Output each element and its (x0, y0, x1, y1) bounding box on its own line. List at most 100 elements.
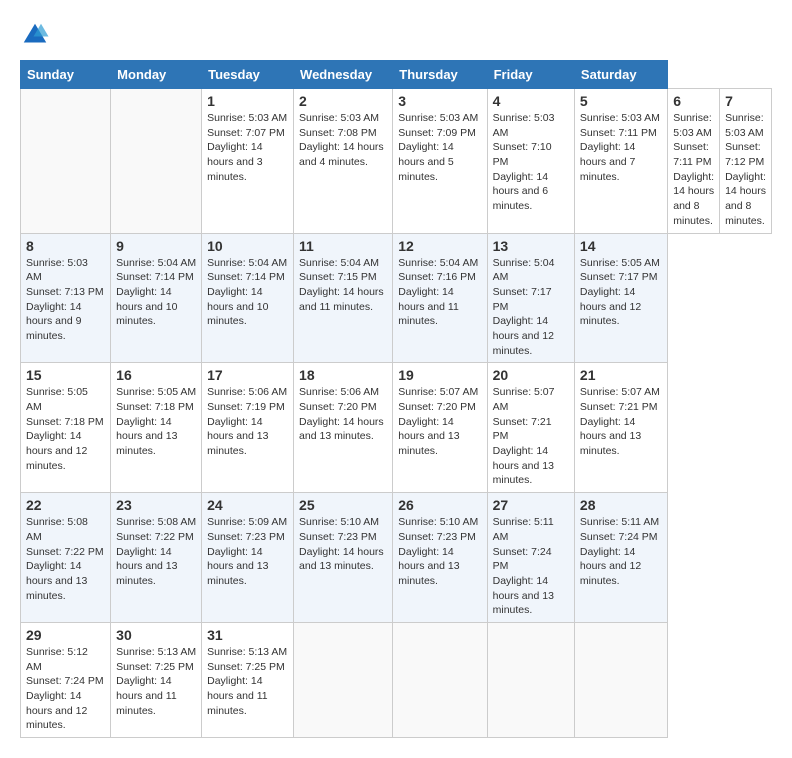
weekday-header: Monday (111, 61, 202, 89)
day-number: 23 (116, 497, 196, 513)
calendar-cell: 18 Sunrise: 5:06 AM Sunset: 7:20 PM Dayl… (294, 363, 393, 493)
calendar-row: 8 Sunrise: 5:03 AM Sunset: 7:13 PM Dayli… (21, 233, 772, 363)
day-info: Sunrise: 5:05 AM Sunset: 7:18 PM Dayligh… (26, 385, 105, 473)
day-info: Sunrise: 5:03 AM Sunset: 7:09 PM Dayligh… (398, 111, 481, 184)
logo (20, 20, 54, 50)
calendar-cell: 22 Sunrise: 5:08 AM Sunset: 7:22 PM Dayl… (21, 493, 111, 623)
calendar-cell: 27 Sunrise: 5:11 AM Sunset: 7:24 PM Dayl… (487, 493, 574, 623)
day-number: 26 (398, 497, 481, 513)
day-info: Sunrise: 5:04 AM Sunset: 7:14 PM Dayligh… (207, 256, 288, 329)
calendar-cell: 30 Sunrise: 5:13 AM Sunset: 7:25 PM Dayl… (111, 622, 202, 737)
day-info: Sunrise: 5:07 AM Sunset: 7:21 PM Dayligh… (493, 385, 569, 488)
day-info: Sunrise: 5:03 AM Sunset: 7:13 PM Dayligh… (26, 256, 105, 344)
calendar-cell: 11 Sunrise: 5:04 AM Sunset: 7:15 PM Dayl… (294, 233, 393, 363)
day-info: Sunrise: 5:06 AM Sunset: 7:19 PM Dayligh… (207, 385, 288, 458)
calendar-row: 22 Sunrise: 5:08 AM Sunset: 7:22 PM Dayl… (21, 493, 772, 623)
calendar-cell: 20 Sunrise: 5:07 AM Sunset: 7:21 PM Dayl… (487, 363, 574, 493)
day-number: 17 (207, 367, 288, 383)
calendar-cell (574, 622, 667, 737)
day-number: 20 (493, 367, 569, 383)
day-number: 16 (116, 367, 196, 383)
weekday-header: Wednesday (294, 61, 393, 89)
day-info: Sunrise: 5:08 AM Sunset: 7:22 PM Dayligh… (116, 515, 196, 588)
day-info: Sunrise: 5:04 AM Sunset: 7:15 PM Dayligh… (299, 256, 387, 315)
calendar-cell: 8 Sunrise: 5:03 AM Sunset: 7:13 PM Dayli… (21, 233, 111, 363)
day-info: Sunrise: 5:03 AM Sunset: 7:11 PM Dayligh… (580, 111, 662, 184)
calendar-cell: 10 Sunrise: 5:04 AM Sunset: 7:14 PM Dayl… (202, 233, 294, 363)
day-number: 15 (26, 367, 105, 383)
calendar-cell (111, 89, 202, 234)
day-info: Sunrise: 5:03 AM Sunset: 7:08 PM Dayligh… (299, 111, 387, 170)
calendar-cell: 25 Sunrise: 5:10 AM Sunset: 7:23 PM Dayl… (294, 493, 393, 623)
day-info: Sunrise: 5:06 AM Sunset: 7:20 PM Dayligh… (299, 385, 387, 444)
day-number: 25 (299, 497, 387, 513)
calendar-cell: 16 Sunrise: 5:05 AM Sunset: 7:18 PM Dayl… (111, 363, 202, 493)
day-number: 21 (580, 367, 662, 383)
calendar-cell: 6 Sunrise: 5:03 AM Sunset: 7:11 PM Dayli… (668, 89, 720, 234)
weekday-header: Friday (487, 61, 574, 89)
calendar-table: SundayMondayTuesdayWednesdayThursdayFrid… (20, 60, 772, 738)
day-info: Sunrise: 5:10 AM Sunset: 7:23 PM Dayligh… (299, 515, 387, 574)
calendar-cell: 17 Sunrise: 5:06 AM Sunset: 7:19 PM Dayl… (202, 363, 294, 493)
calendar-cell: 14 Sunrise: 5:05 AM Sunset: 7:17 PM Dayl… (574, 233, 667, 363)
day-number: 9 (116, 238, 196, 254)
calendar-cell: 31 Sunrise: 5:13 AM Sunset: 7:25 PM Dayl… (202, 622, 294, 737)
day-info: Sunrise: 5:03 AM Sunset: 7:07 PM Dayligh… (207, 111, 288, 184)
day-number: 10 (207, 238, 288, 254)
day-number: 31 (207, 627, 288, 643)
day-number: 30 (116, 627, 196, 643)
day-info: Sunrise: 5:04 AM Sunset: 7:16 PM Dayligh… (398, 256, 481, 329)
day-number: 27 (493, 497, 569, 513)
day-info: Sunrise: 5:07 AM Sunset: 7:20 PM Dayligh… (398, 385, 481, 458)
day-info: Sunrise: 5:11 AM Sunset: 7:24 PM Dayligh… (493, 515, 569, 618)
day-info: Sunrise: 5:04 AM Sunset: 7:14 PM Dayligh… (116, 256, 196, 329)
calendar-cell (393, 622, 487, 737)
day-number: 6 (673, 93, 714, 109)
calendar-cell: 4 Sunrise: 5:03 AM Sunset: 7:10 PM Dayli… (487, 89, 574, 234)
calendar-row: 15 Sunrise: 5:05 AM Sunset: 7:18 PM Dayl… (21, 363, 772, 493)
day-number: 19 (398, 367, 481, 383)
day-info: Sunrise: 5:05 AM Sunset: 7:18 PM Dayligh… (116, 385, 196, 458)
day-number: 28 (580, 497, 662, 513)
calendar-cell: 26 Sunrise: 5:10 AM Sunset: 7:23 PM Dayl… (393, 493, 487, 623)
day-number: 14 (580, 238, 662, 254)
calendar-cell: 2 Sunrise: 5:03 AM Sunset: 7:08 PM Dayli… (294, 89, 393, 234)
weekday-header: Saturday (574, 61, 667, 89)
calendar-cell: 9 Sunrise: 5:04 AM Sunset: 7:14 PM Dayli… (111, 233, 202, 363)
calendar-cell: 7 Sunrise: 5:03 AM Sunset: 7:12 PM Dayli… (720, 89, 772, 234)
weekday-header: Sunday (21, 61, 111, 89)
weekday-header: Thursday (393, 61, 487, 89)
day-number: 4 (493, 93, 569, 109)
calendar-cell (487, 622, 574, 737)
logo-icon (20, 20, 50, 50)
calendar-cell: 23 Sunrise: 5:08 AM Sunset: 7:22 PM Dayl… (111, 493, 202, 623)
day-number: 12 (398, 238, 481, 254)
weekday-header: Tuesday (202, 61, 294, 89)
day-info: Sunrise: 5:10 AM Sunset: 7:23 PM Dayligh… (398, 515, 481, 588)
calendar-cell: 15 Sunrise: 5:05 AM Sunset: 7:18 PM Dayl… (21, 363, 111, 493)
day-info: Sunrise: 5:09 AM Sunset: 7:23 PM Dayligh… (207, 515, 288, 588)
calendar-cell: 29 Sunrise: 5:12 AM Sunset: 7:24 PM Dayl… (21, 622, 111, 737)
calendar-cell: 21 Sunrise: 5:07 AM Sunset: 7:21 PM Dayl… (574, 363, 667, 493)
calendar-cell: 19 Sunrise: 5:07 AM Sunset: 7:20 PM Dayl… (393, 363, 487, 493)
day-number: 24 (207, 497, 288, 513)
day-info: Sunrise: 5:11 AM Sunset: 7:24 PM Dayligh… (580, 515, 662, 588)
day-info: Sunrise: 5:12 AM Sunset: 7:24 PM Dayligh… (26, 645, 105, 733)
day-number: 1 (207, 93, 288, 109)
day-info: Sunrise: 5:03 AM Sunset: 7:10 PM Dayligh… (493, 111, 569, 214)
day-info: Sunrise: 5:07 AM Sunset: 7:21 PM Dayligh… (580, 385, 662, 458)
calendar-cell (294, 622, 393, 737)
calendar-cell: 13 Sunrise: 5:04 AM Sunset: 7:17 PM Dayl… (487, 233, 574, 363)
day-number: 13 (493, 238, 569, 254)
calendar-cell: 28 Sunrise: 5:11 AM Sunset: 7:24 PM Dayl… (574, 493, 667, 623)
day-info: Sunrise: 5:03 AM Sunset: 7:11 PM Dayligh… (673, 111, 714, 229)
day-info: Sunrise: 5:03 AM Sunset: 7:12 PM Dayligh… (725, 111, 766, 229)
day-info: Sunrise: 5:13 AM Sunset: 7:25 PM Dayligh… (116, 645, 196, 718)
day-number: 8 (26, 238, 105, 254)
day-number: 11 (299, 238, 387, 254)
day-number: 29 (26, 627, 105, 643)
calendar-cell (21, 89, 111, 234)
header-row: SundayMondayTuesdayWednesdayThursdayFrid… (21, 61, 772, 89)
day-number: 3 (398, 93, 481, 109)
day-number: 5 (580, 93, 662, 109)
